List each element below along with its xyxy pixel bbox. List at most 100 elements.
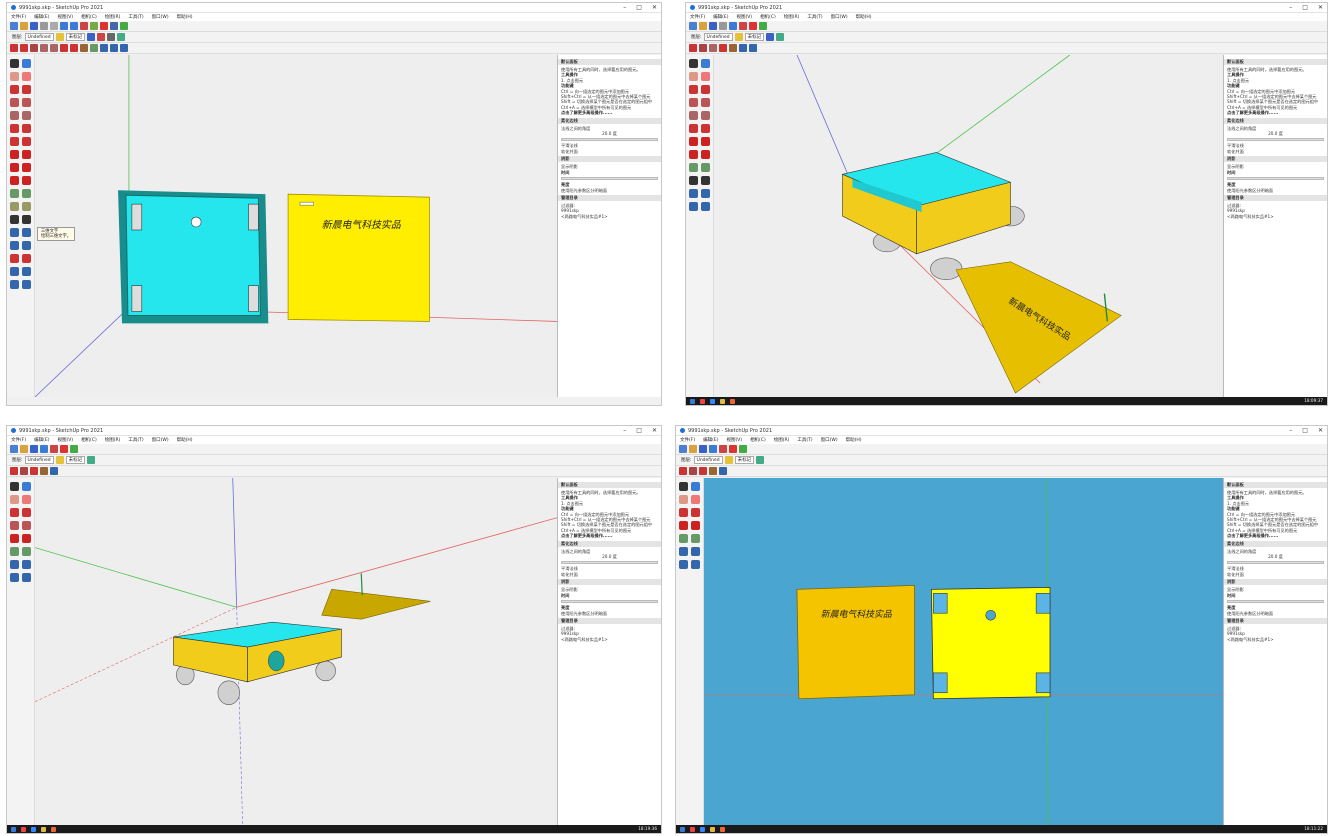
line-icon[interactable] — [10, 84, 19, 94]
close-button[interactable]: ✕ — [652, 4, 657, 11]
circle-tool-icon[interactable] — [10, 110, 19, 120]
time-slider[interactable] — [1227, 177, 1324, 181]
polygon-tool-icon[interactable] — [701, 110, 710, 120]
line-icon[interactable] — [10, 507, 19, 517]
paint-bucket-icon[interactable] — [10, 494, 19, 504]
folder-icon[interactable] — [710, 826, 715, 832]
save-icon[interactable] — [30, 445, 38, 453]
position-camera-icon[interactable] — [10, 266, 19, 276]
undo-icon[interactable] — [40, 445, 48, 453]
pan-tool-icon[interactable] — [691, 546, 700, 556]
layer-select[interactable]: Undefined — [24, 456, 54, 464]
menu-view[interactable]: 视图(V) — [57, 437, 73, 443]
app-icon[interactable] — [710, 398, 715, 404]
new-icon[interactable] — [679, 445, 687, 453]
pie-icon[interactable] — [701, 123, 710, 133]
app-icon[interactable] — [21, 826, 26, 832]
soften-slider[interactable] — [561, 138, 658, 142]
outliner-item[interactable]: <两路电气科技实品#1> — [1227, 214, 1324, 219]
viewport[interactable]: 新晨电气科技实品 — [714, 55, 1223, 397]
menu-draw[interactable]: 绘图(R) — [105, 437, 121, 443]
new-icon[interactable] — [10, 22, 18, 30]
lasso-icon[interactable] — [22, 481, 31, 491]
move-icon[interactable] — [699, 467, 707, 475]
paint-icon[interactable] — [87, 33, 96, 41]
taskbar-clock[interactable]: 18:19:36 — [638, 825, 657, 833]
menu-window[interactable]: 窗口(W) — [831, 14, 848, 20]
move-tool-icon[interactable] — [10, 149, 19, 159]
menu-help[interactable]: 帮助(H) — [856, 14, 872, 20]
3dtext-icon[interactable] — [701, 175, 710, 185]
soften-title[interactable]: 柔化边线 — [558, 540, 661, 547]
circle-icon[interactable] — [709, 44, 717, 52]
zoom-icon[interactable] — [120, 44, 128, 52]
tag-select[interactable]: 未标记 — [65, 33, 86, 41]
polygon-icon[interactable] — [50, 44, 58, 52]
maximize-button[interactable]: □ — [636, 427, 642, 434]
material-icon[interactable] — [60, 445, 68, 453]
orbit-icon[interactable] — [50, 467, 58, 475]
material-icon[interactable] — [729, 445, 737, 453]
pencil-icon[interactable] — [689, 44, 697, 52]
menu-help[interactable]: 帮助(H) — [846, 437, 862, 443]
rotated-rect-icon[interactable] — [22, 97, 31, 107]
tape-tool-icon[interactable] — [679, 533, 688, 543]
use-sun[interactable]: 使用阳光参数区分明暗面 — [561, 188, 658, 193]
pushpull-tool-icon[interactable] — [22, 533, 31, 543]
pencil-icon[interactable] — [10, 44, 18, 52]
use-sun[interactable]: 使用阳光参数区分明暗面 — [1227, 611, 1324, 616]
zoom-window-icon[interactable] — [691, 559, 700, 569]
orbit-tool-icon[interactable] — [10, 227, 19, 237]
soften-opt[interactable]: 软化共面 — [561, 572, 658, 577]
menu-tools[interactable]: 工具(T) — [807, 14, 822, 20]
orbit-tool-icon[interactable] — [10, 559, 19, 569]
soften-title[interactable]: 柔化边线 — [1224, 117, 1327, 124]
tape-tool-icon[interactable] — [10, 188, 19, 198]
zoom-tool-icon[interactable] — [10, 572, 19, 582]
redo-icon[interactable] — [70, 22, 78, 30]
minimize-button[interactable]: – — [623, 4, 626, 11]
menu-draw[interactable]: 绘图(R) — [784, 14, 800, 20]
app-icon[interactable] — [51, 826, 56, 832]
viewport[interactable]: 新晨电气科技实品 三维文字 绘制三维文字。 — [35, 55, 557, 397]
previous-icon[interactable] — [22, 253, 31, 263]
pan-icon[interactable] — [110, 44, 118, 52]
dimension-icon[interactable] — [22, 546, 31, 556]
app-icon[interactable] — [700, 398, 705, 404]
menu-tools[interactable]: 工具(T) — [128, 14, 143, 20]
shadow-title[interactable]: 阴影 — [558, 156, 661, 163]
play-icon[interactable] — [739, 445, 747, 453]
shaded-icon[interactable] — [87, 456, 96, 464]
component-icon[interactable] — [739, 22, 747, 30]
more-link[interactable]: 点击了解更多高级操作...... — [561, 110, 658, 115]
zoom-tool-icon[interactable] — [10, 240, 19, 250]
menu-draw[interactable]: 绘图(R) — [774, 437, 790, 443]
open-icon[interactable] — [689, 445, 697, 453]
rotate-tool-icon[interactable] — [689, 149, 698, 159]
zoom-window-icon[interactable] — [22, 240, 31, 250]
eraser-icon[interactable] — [701, 71, 710, 81]
undo-icon[interactable] — [709, 445, 717, 453]
freehand-icon[interactable] — [691, 507, 700, 517]
select-icon[interactable] — [10, 58, 19, 68]
viewport[interactable]: 新晨电气科技实品 — [704, 478, 1223, 825]
shadow-title[interactable]: 阴影 — [1224, 579, 1327, 586]
shadow-title[interactable]: 阴影 — [1224, 156, 1327, 163]
pan-tool-icon[interactable] — [22, 227, 31, 237]
arc-tool-icon[interactable] — [10, 123, 19, 133]
menu-window[interactable]: 窗口(W) — [821, 437, 838, 443]
menu-camera[interactable]: 相机(C) — [81, 14, 97, 20]
taskbar-clock[interactable]: 18:09:37 — [1304, 397, 1323, 405]
freehand-icon[interactable] — [22, 84, 31, 94]
play-icon[interactable] — [70, 445, 78, 453]
freehand-icon[interactable] — [22, 507, 31, 517]
menu-camera[interactable]: 相机(C) — [750, 437, 766, 443]
rect-icon[interactable] — [689, 97, 698, 107]
time-slider[interactable] — [561, 600, 658, 604]
taskbar-clock[interactable]: 18:11:22 — [1304, 825, 1323, 833]
shadow-title[interactable]: 阴影 — [558, 579, 661, 586]
app-icon[interactable] — [690, 826, 695, 832]
open-icon[interactable] — [699, 22, 707, 30]
axes-icon[interactable] — [10, 214, 19, 224]
tape-icon[interactable] — [90, 44, 98, 52]
